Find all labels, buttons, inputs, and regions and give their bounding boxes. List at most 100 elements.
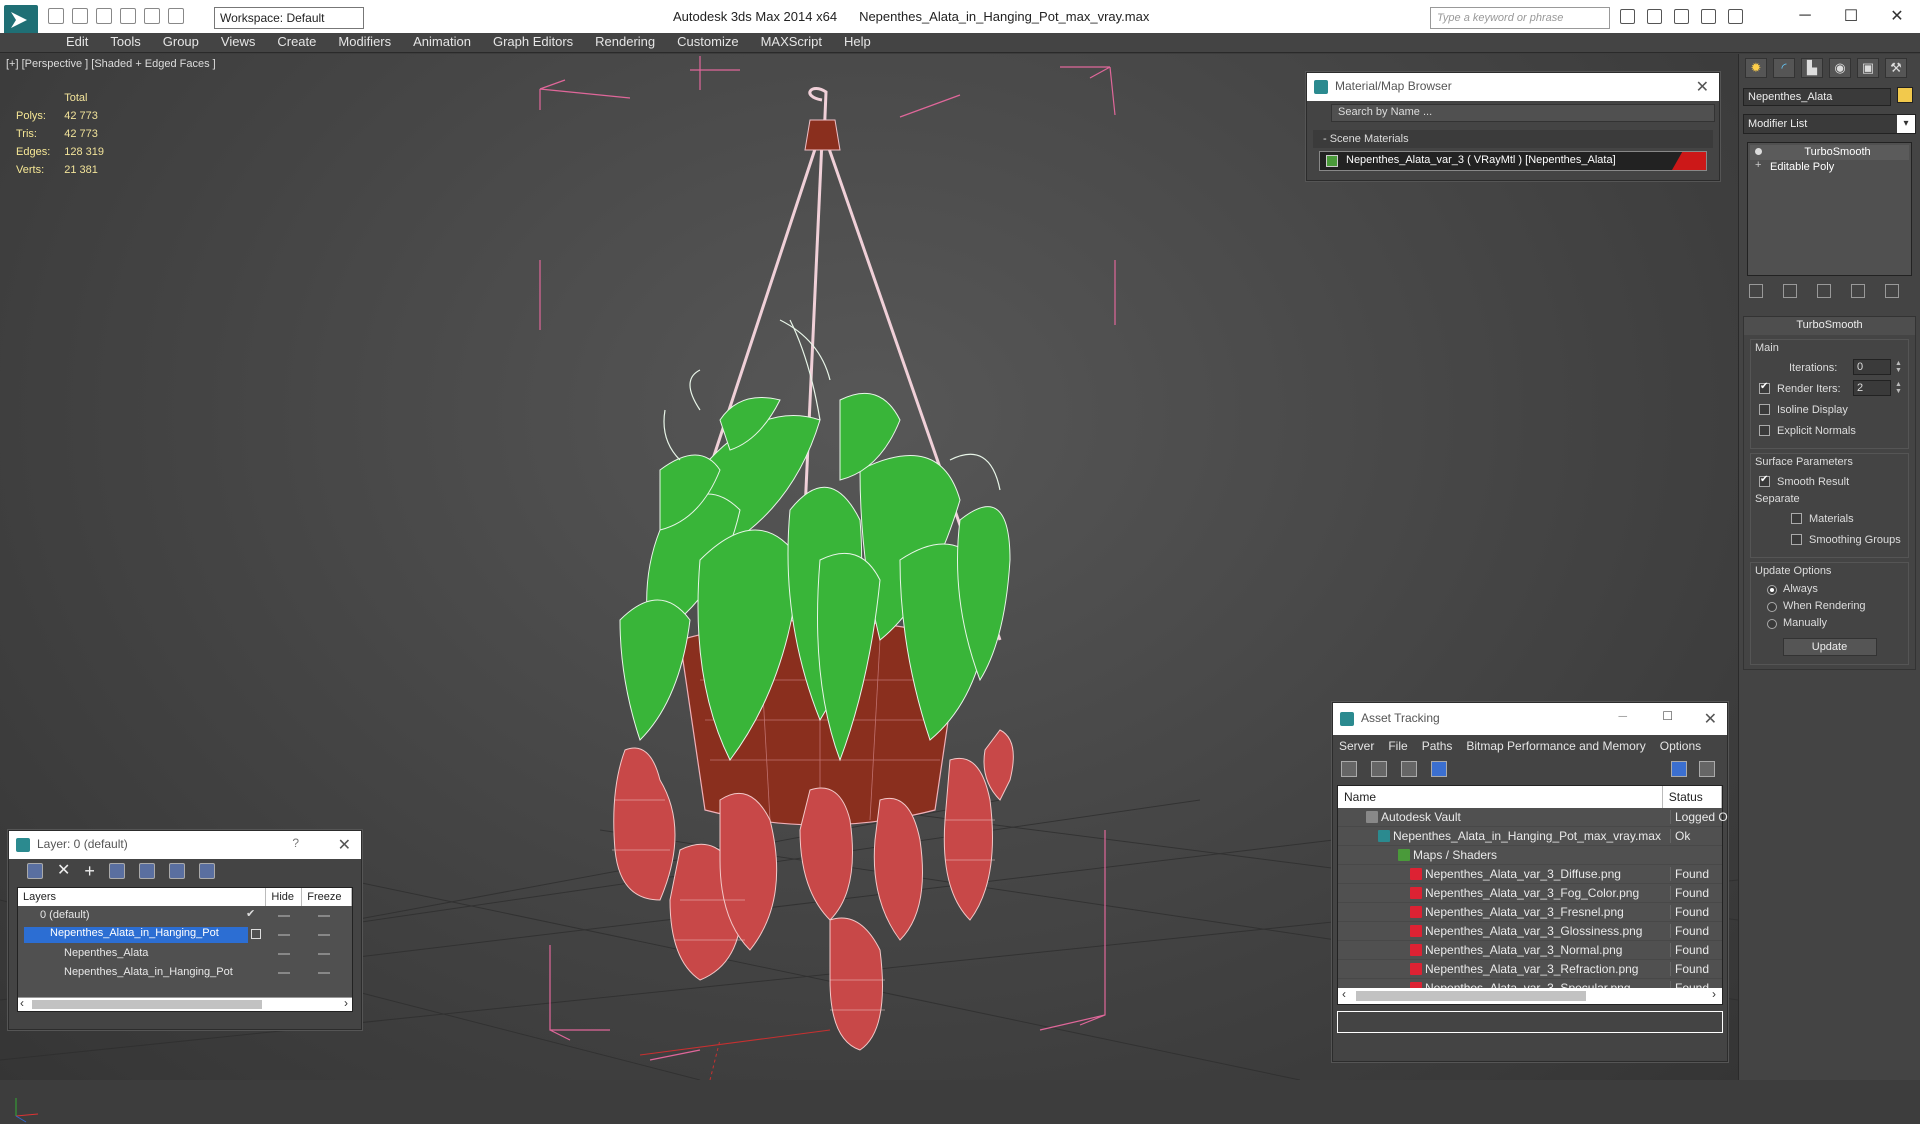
menu-group[interactable]: Group	[152, 33, 210, 52]
freeze-toggle[interactable]	[318, 915, 330, 917]
asset-row[interactable]: Nepenthes_Alata_var_3_Fog_Color.png Found	[1338, 884, 1722, 903]
maximize-button[interactable]: ☐	[1828, 0, 1874, 32]
maximize-button[interactable]: ☐	[1662, 709, 1673, 723]
viewport-label[interactable]: [+] [Perspective ] [Shaded + Edged Faces…	[6, 58, 216, 70]
object-color-swatch[interactable]	[1897, 87, 1913, 103]
layer-row[interactable]: 0 (default) ✔	[18, 906, 352, 925]
hide-toggle[interactable]	[278, 915, 290, 917]
render-iters-input[interactable]: 2	[1853, 380, 1891, 396]
scene-materials-group[interactable]: - Scene Materials	[1313, 130, 1713, 148]
make-unique-icon[interactable]	[1817, 284, 1831, 298]
close-icon[interactable]: ✕	[1704, 709, 1717, 729]
hide-toggle[interactable]	[278, 972, 290, 974]
asset-row[interactable]: Maps / Shaders	[1338, 846, 1722, 865]
remove-modifier-icon[interactable]	[1851, 284, 1865, 298]
help-button[interactable]: ?	[292, 836, 299, 850]
freeze-toggle[interactable]	[318, 934, 330, 936]
help-icon[interactable]	[1671, 761, 1687, 777]
always-radio[interactable]	[1767, 585, 1777, 595]
thumbnail-view-icon[interactable]	[1401, 761, 1417, 777]
undo-icon[interactable]	[120, 8, 136, 24]
display-tab-icon[interactable]: ▣	[1857, 58, 1879, 78]
freeze-toggle[interactable]	[318, 953, 330, 955]
smoothing-groups-checkbox[interactable]	[1791, 534, 1802, 545]
new-layer-icon[interactable]	[27, 863, 43, 879]
list-view-icon[interactable]	[1371, 761, 1387, 777]
binoculars-icon[interactable]	[1620, 9, 1635, 24]
settings-icon[interactable]	[1699, 761, 1715, 777]
material-browser-header[interactable]: Material/Map Browser ✕	[1307, 73, 1719, 101]
create-tab-icon[interactable]: ✹	[1745, 58, 1767, 78]
freeze-all-icon[interactable]	[198, 863, 215, 879]
material-search-input[interactable]: Search by Name ...	[1331, 104, 1715, 122]
select-objects-icon[interactable]	[108, 863, 125, 879]
save-icon[interactable]	[96, 8, 112, 24]
col-hide[interactable]: Hide	[266, 888, 303, 906]
minimize-button[interactable]: ─	[1782, 0, 1828, 32]
modify-tab-icon[interactable]: ◜	[1773, 58, 1795, 78]
layer-row[interactable]: Nepenthes_Alata_in_Hanging_Pot	[18, 963, 352, 982]
when-rendering-radio[interactable]	[1767, 602, 1777, 612]
close-icon[interactable]: ✕	[1696, 77, 1709, 97]
hide-toggle[interactable]	[278, 953, 290, 955]
delete-layer-icon[interactable]: ✕	[57, 863, 70, 879]
menu-customize[interactable]: Customize	[666, 33, 749, 52]
render-iters-checkbox[interactable]	[1759, 381, 1770, 394]
asset-status-field[interactable]	[1337, 1011, 1723, 1033]
show-end-result-icon[interactable]	[1783, 284, 1797, 298]
hide-all-icon[interactable]	[168, 863, 185, 879]
redo-icon[interactable]	[144, 8, 160, 24]
modifier-list-dropdown[interactable]: Modifier List ▾	[1743, 114, 1916, 134]
new-file-icon[interactable]	[48, 8, 64, 24]
stack-item-editable-poly[interactable]: Editable Poly	[1750, 159, 1909, 175]
menu-animation[interactable]: Animation	[402, 33, 482, 52]
scroll-left-icon[interactable]: ‹	[20, 996, 24, 1010]
object-name-field[interactable]: Nepenthes_Alata	[1743, 88, 1891, 106]
menu-create[interactable]: Create	[266, 33, 327, 52]
menu-views[interactable]: Views	[210, 33, 266, 52]
close-icon[interactable]: ✕	[338, 835, 351, 855]
layer-row[interactable]: Nepenthes_Alata	[18, 944, 352, 963]
update-button[interactable]: Update	[1782, 638, 1877, 656]
hierarchy-tab-icon[interactable]: ▙	[1801, 58, 1823, 78]
stack-item-turbosmooth[interactable]: TurboSmooth	[1750, 145, 1909, 160]
spinner-icon[interactable]: ▲ ▼	[1895, 381, 1902, 395]
spinner-icon[interactable]: ▲ ▼	[1895, 360, 1902, 374]
minimize-button[interactable]: ─	[1618, 709, 1627, 723]
communication-icon[interactable]	[1674, 9, 1689, 24]
scroll-right-icon[interactable]: ›	[1712, 987, 1716, 1001]
iterations-input[interactable]: 0	[1853, 359, 1891, 375]
scroll-right-icon[interactable]: ›	[344, 996, 348, 1010]
hide-toggle[interactable]	[278, 934, 290, 936]
asset-row[interactable]: Nepenthes_Alata_var_3_Glossiness.png Foun…	[1338, 922, 1722, 941]
materials-checkbox[interactable]	[1791, 513, 1802, 524]
favorites-star-icon[interactable]	[1701, 9, 1716, 24]
highlight-layer-icon[interactable]	[138, 863, 155, 879]
layer-row[interactable]: Nepenthes_Alata_in_Hanging_Pot	[18, 925, 352, 944]
asset-row[interactable]: Nepenthes_Alata_in_Hanging_Pot_max_vray.…	[1338, 827, 1722, 846]
motion-tab-icon[interactable]: ◉	[1829, 58, 1851, 78]
menu-options[interactable]: Options	[1660, 739, 1701, 757]
asset-row[interactable]: Autodesk Vault Logged O	[1338, 808, 1728, 827]
col-layers[interactable]: Layers	[18, 888, 267, 906]
chevron-down-icon[interactable]: ▾	[1897, 115, 1915, 133]
help-search-input[interactable]: Type a keyword or phrase	[1430, 7, 1610, 29]
asset-row[interactable]: Nepenthes_Alata_var_3_Normal.png Found	[1338, 941, 1722, 960]
manually-radio[interactable]	[1767, 619, 1777, 629]
pin-stack-icon[interactable]	[1749, 284, 1763, 298]
asset-row[interactable]: Nepenthes_Alata_var_3_Fresnel.png Found	[1338, 903, 1722, 922]
menu-help[interactable]: Help	[833, 33, 882, 52]
menu-rendering[interactable]: Rendering	[584, 33, 666, 52]
col-freeze[interactable]: Freeze	[302, 888, 352, 906]
scroll-thumb[interactable]	[1356, 991, 1586, 1001]
asset-row[interactable]: Nepenthes_Alata_var_3_Refraction.png Foun…	[1338, 960, 1722, 979]
menu-modifiers[interactable]: Modifiers	[327, 33, 402, 52]
material-item[interactable]: Nepenthes_Alata_var_3 ( VRayMtl ) [Nepen…	[1319, 151, 1707, 171]
menu-tools[interactable]: Tools	[99, 33, 151, 52]
turbosmooth-rollout-header[interactable]: TurboSmooth	[1744, 317, 1915, 335]
horizontal-scrollbar[interactable]: ‹ ›	[1338, 987, 1722, 1004]
scroll-left-icon[interactable]: ‹	[1342, 987, 1346, 1001]
add-to-layer-icon[interactable]: +	[84, 862, 95, 880]
layer-manager-header[interactable]: Layer: 0 (default) ? ✕	[9, 831, 361, 859]
horizontal-scrollbar[interactable]: ‹ ›	[18, 996, 352, 1011]
